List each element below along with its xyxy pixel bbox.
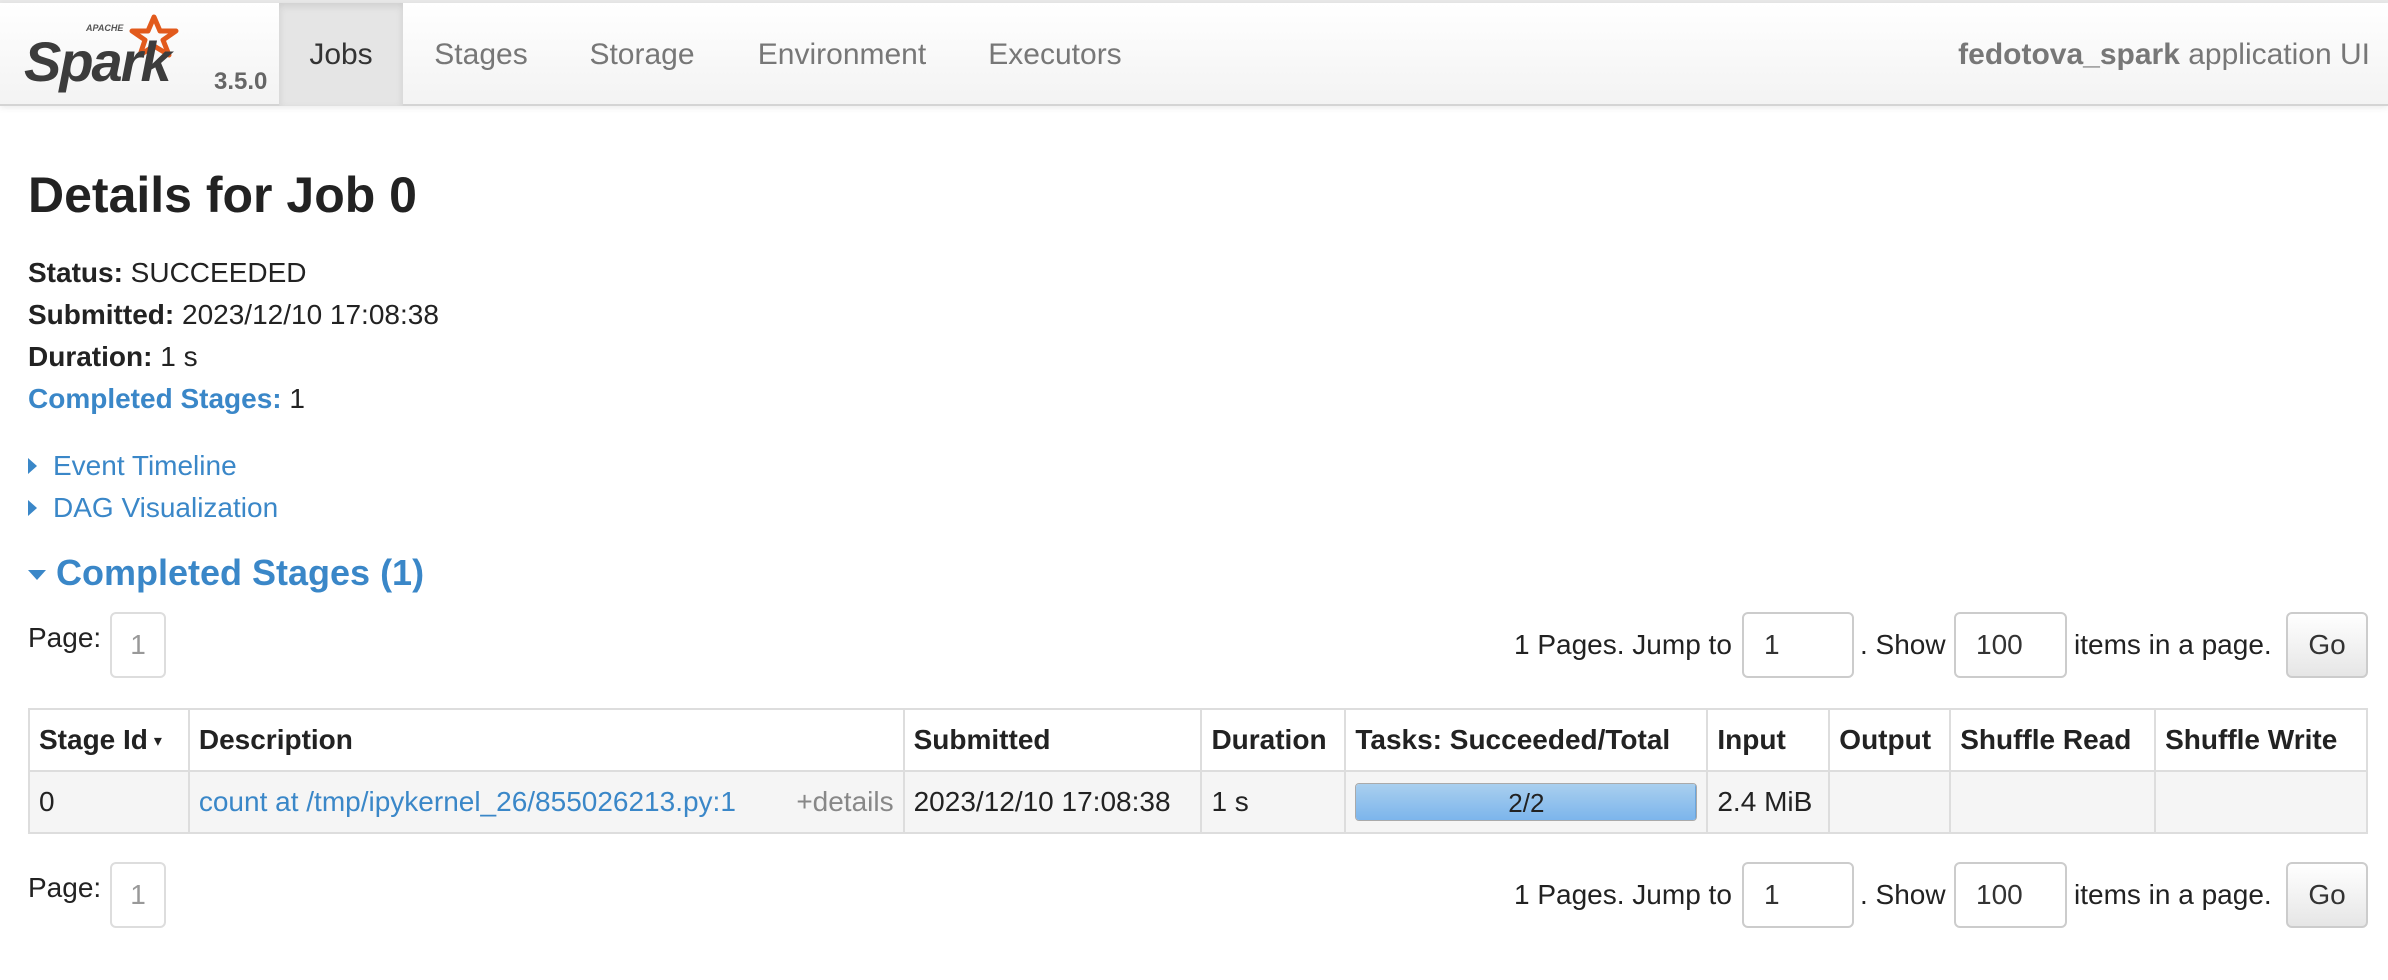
tasks-cell: 2/2: [1344, 770, 1709, 834]
submitted-row: Submitted: 2023/12/10 17:08:38: [28, 294, 439, 336]
status-value: SUCCEEDED: [122, 257, 307, 288]
completed-stages-link[interactable]: Completed Stages:: [28, 383, 282, 414]
input-cell: 2.4 MiB: [1706, 770, 1831, 834]
pagination-bottom: Page: 1 1 Pages. Jump to . Show items in…: [0, 862, 2388, 928]
items-per-page-text: items in a page.: [2074, 879, 2272, 910]
table-row: 0 count at /tmp/ipykernel_26/855026213.p…: [28, 770, 2368, 834]
completed-stages-heading: Completed Stages (1): [56, 552, 425, 593]
dag-visualization-toggle[interactable]: DAG Visualization: [28, 487, 278, 529]
jump-to-page-input[interactable]: [1742, 612, 1854, 678]
column-header-shuffle-write[interactable]: Shuffle Write: [2154, 708, 2368, 772]
job-summary: Status: SUCCEEDED Submitted: 2023/12/10 …: [28, 252, 439, 420]
column-header-submitted[interactable]: Submitted: [902, 708, 1203, 772]
page-number-button[interactable]: 1: [110, 862, 166, 928]
go-button[interactable]: Go: [2286, 862, 2368, 928]
show-text: . Show: [1860, 879, 1946, 910]
column-header-description[interactable]: Description: [187, 708, 905, 772]
app-name: fedotova_spark: [1958, 38, 2180, 71]
jump-to-page-input[interactable]: [1742, 862, 1854, 928]
duration-label: Duration:: [28, 341, 153, 372]
stage-id-cell: 0: [28, 770, 190, 834]
tab-executors[interactable]: Executors: [959, 3, 1151, 106]
caret-right-icon: [28, 500, 37, 516]
details-toggle[interactable]: +details: [796, 786, 893, 818]
duration-row: Duration: 1 s: [28, 336, 439, 378]
caret-down-icon: [28, 570, 46, 580]
page-size-input[interactable]: [1954, 612, 2067, 678]
status-row: Status: SUCCEEDED: [28, 252, 439, 294]
event-timeline-toggle[interactable]: Event Timeline: [28, 445, 237, 487]
stage-description-link[interactable]: count at /tmp/ipykernel_26/855026213.py:…: [199, 786, 736, 817]
logo-text: Spark: [24, 30, 174, 93]
completed-stages-value: 1: [281, 383, 305, 414]
shuffle-write-cell: [2154, 770, 2368, 834]
tab-stages[interactable]: Stages: [403, 3, 559, 106]
app-suffix: application UI: [2179, 38, 2370, 71]
column-header-input[interactable]: Input: [1706, 708, 1831, 772]
duration-cell: 1 s: [1200, 770, 1347, 834]
page-label: Page:: [28, 622, 102, 653]
page-number-button[interactable]: 1: [110, 612, 166, 678]
completed-stages-table: Stage Id ▾ Description Submitted Duration…: [28, 708, 2368, 834]
completed-stages-row: Completed Stages: 1: [28, 378, 439, 420]
tasks-progress-label: 2/2: [1508, 788, 1545, 818]
column-header-output[interactable]: Output: [1828, 708, 1952, 772]
pages-jump-text: 1 Pages. Jump to: [1514, 879, 1732, 910]
shuffle-read-cell: [1949, 770, 2157, 834]
app-title: fedotova_spark application UI: [1958, 3, 2370, 106]
page-label: Page:: [28, 872, 102, 903]
show-text: . Show: [1860, 629, 1946, 660]
sort-desc-icon: ▾: [153, 733, 162, 750]
pagination-top: Page: 1 1 Pages. Jump to . Show items in…: [0, 612, 2388, 678]
column-header-stage-id[interactable]: Stage Id ▾: [28, 708, 190, 772]
spark-logo[interactable]: APACHE Spark 3.5.0: [24, 9, 268, 101]
duration-value: 1 s: [152, 341, 198, 372]
items-per-page-text: items in a page.: [2074, 629, 2272, 660]
tab-environment[interactable]: Environment: [725, 3, 959, 106]
page-size-input[interactable]: [1954, 862, 2067, 928]
tab-storage[interactable]: Storage: [559, 3, 725, 106]
column-header-duration[interactable]: Duration: [1200, 708, 1347, 772]
dag-visualization-label: DAG Visualization: [53, 492, 279, 523]
event-timeline-label: Event Timeline: [53, 450, 237, 481]
spark-logo-icon: APACHE Spark: [24, 14, 179, 93]
description-cell: count at /tmp/ipykernel_26/855026213.py:…: [187, 770, 905, 834]
pages-jump-text: 1 Pages. Jump to: [1514, 629, 1732, 660]
page-title: Details for Job 0: [28, 167, 417, 223]
completed-stages-toggle[interactable]: Completed Stages (1): [28, 548, 424, 598]
spark-version: 3.5.0: [214, 68, 268, 95]
column-header-tasks[interactable]: Tasks: Succeeded/Total: [1344, 708, 1709, 772]
navbar: APACHE Spark 3.5.0 Jobs Stages Storage E…: [0, 3, 2388, 106]
column-header-shuffle-read[interactable]: Shuffle Read: [1949, 708, 2157, 772]
submitted-label: Submitted:: [28, 299, 175, 330]
go-button[interactable]: Go: [2286, 612, 2368, 678]
status-label: Status:: [28, 257, 123, 288]
submitted-value: 2023/12/10 17:08:38: [174, 299, 439, 330]
table-header-row: Stage Id ▾ Description Submitted Duration…: [28, 708, 2368, 772]
submitted-cell: 2023/12/10 17:08:38: [902, 770, 1203, 834]
tab-jobs[interactable]: Jobs: [279, 3, 403, 106]
output-cell: [1828, 770, 1952, 834]
tasks-progress-bar: 2/2: [1355, 783, 1698, 821]
caret-right-icon: [28, 458, 37, 474]
